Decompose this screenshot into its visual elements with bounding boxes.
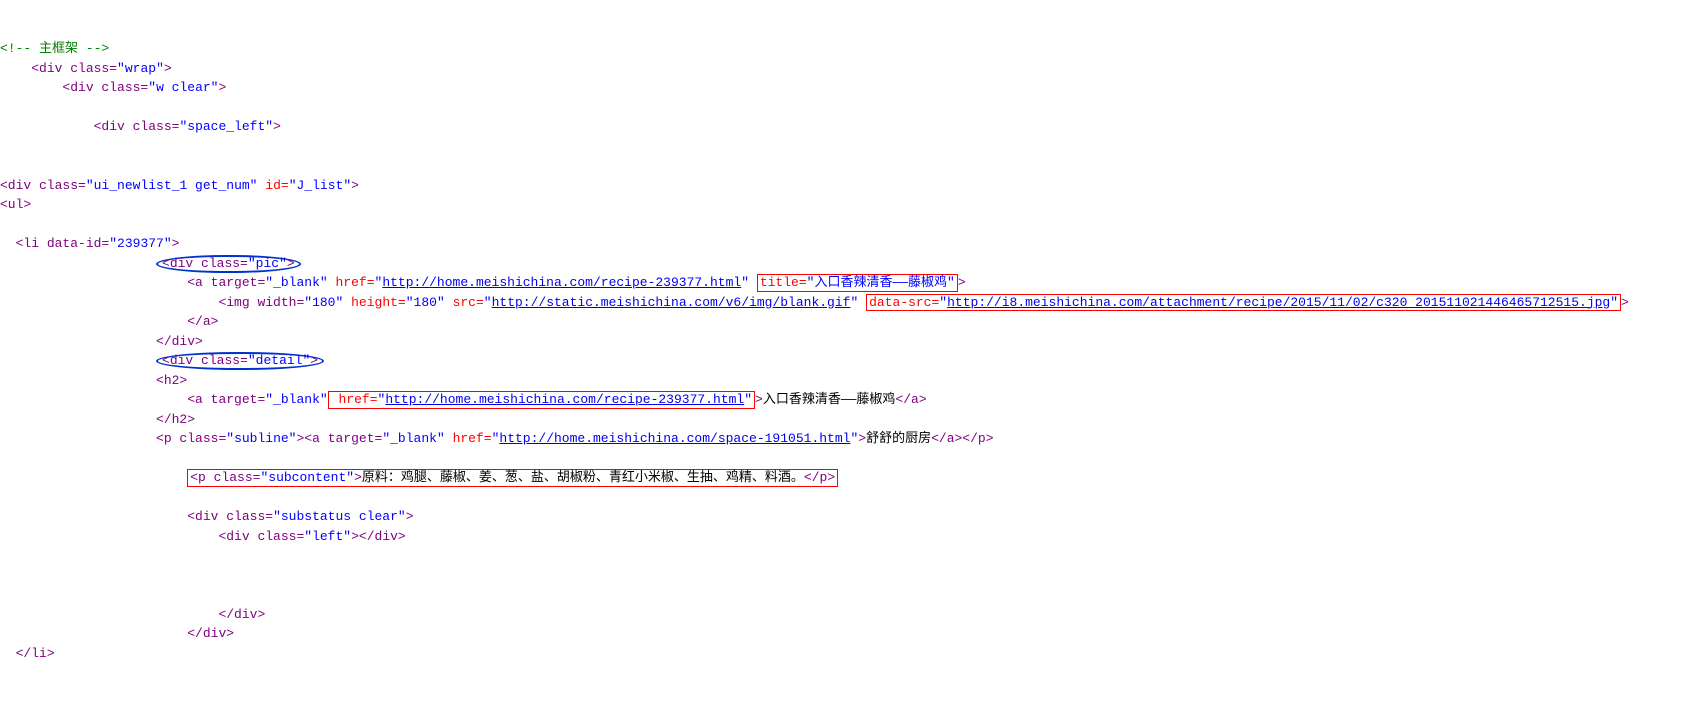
pic-div-close: </div> [156, 334, 203, 349]
subcontent-text: 原料：鸡腿、藤椒、姜、葱、盐、胡椒粉、青红小米椒、生抽、鸡精、料酒。 [362, 470, 804, 485]
title-box: title="入口香辣清香——藤椒鸡" [757, 274, 958, 292]
w-open: <div class= [62, 80, 148, 95]
li-close: </li> [16, 646, 55, 661]
subcontent-box: <p class="subcontent">原料：鸡腿、藤椒、姜、葱、盐、胡椒粉… [187, 469, 838, 487]
ul-open: <ul> [0, 197, 31, 212]
left-div: <div class= [218, 529, 304, 544]
img-data-src-link[interactable]: http://i8.meishichina.com/attachment/rec… [947, 295, 1610, 310]
a-pic-open: <a target= [187, 275, 265, 290]
li-open: <li data-id= [16, 236, 110, 251]
space-text: 舒舒的厨房 [866, 431, 931, 446]
img-src-link[interactable]: http://static.meishichina.com/v6/img/bla… [492, 295, 851, 310]
href-box: href="http://home.meishichina.com/recipe… [328, 391, 755, 409]
substatus-open: <div class= [187, 509, 273, 524]
space-link[interactable]: http://home.meishichina.com/space-191051… [499, 431, 850, 446]
list-div-open: <div class= [0, 178, 86, 193]
recipe-link-1[interactable]: http://home.meishichina.com/recipe-23937… [382, 275, 741, 290]
pic-div-circled: <div class="pic"> [156, 255, 301, 273]
comment-top: <!-- 主框架 --> [0, 41, 109, 56]
img-tag: <img width= [218, 295, 304, 310]
subline-open: <p class= [156, 431, 226, 446]
recipe-link-2[interactable]: http://home.meishichina.com/recipe-23937… [385, 392, 744, 407]
wrap-class: "wrap" [117, 61, 164, 76]
space-left-open: <div class= [94, 119, 180, 134]
wrap-open: <div class= [31, 61, 117, 76]
data-src-box: data-src="http://i8.meishichina.com/atta… [866, 294, 1621, 312]
h2-open: <h2> [156, 373, 187, 388]
a-pic-close: </a> [187, 314, 218, 329]
h2-close: </h2> [156, 412, 195, 427]
h2-link-text: 入口香辣清香——藤椒鸡 [763, 392, 896, 407]
detail-div-circled: <div class="detail"> [156, 352, 324, 370]
substatus-close: </div> [218, 607, 265, 622]
detail-close: </div> [187, 626, 234, 641]
a-h2-open: <a target= [187, 392, 265, 407]
